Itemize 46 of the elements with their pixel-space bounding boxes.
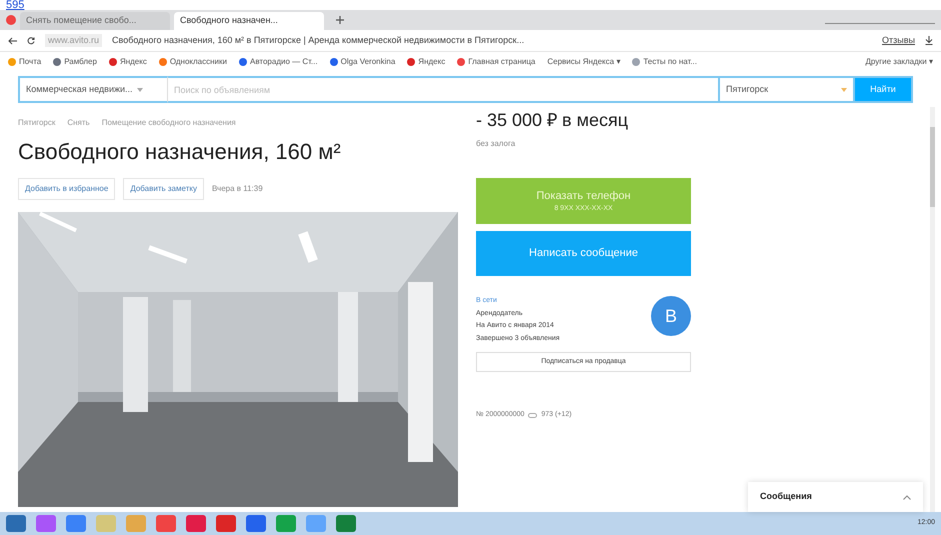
bookmark-item[interactable]: Одноклассники [170, 56, 227, 68]
taskbar-app-icon[interactable] [276, 515, 296, 532]
bookmark-item[interactable]: Сервисы Яндекса ▾ [547, 56, 620, 68]
bookmark-item[interactable]: Почта [19, 56, 42, 68]
messages-panel[interactable]: Сообщения [748, 482, 923, 512]
bookmark-item[interactable]: Яндекс [418, 56, 446, 68]
listing-title: Свободного назначения, 160 м² [18, 138, 342, 166]
taskbar-app-icon[interactable] [156, 515, 176, 532]
bookmark-item[interactable]: Другие закладки ▾ [865, 56, 933, 68]
note-button[interactable]: Добавить заметку [123, 178, 204, 200]
taskbar-app-icon[interactable] [6, 515, 26, 532]
deposit-note: без залога [476, 138, 516, 150]
taskbar-app-icon[interactable] [336, 515, 356, 532]
posted-date: Вчера в 11:39 [212, 183, 263, 195]
page-title: Свободного назначения, 160 м² в Пятигорске | Аренда коммерческой недвижимости в Пятигорск... [112, 34, 524, 47]
browser-tab[interactable]: Свободного назначен... [174, 12, 324, 30]
browser-tab[interactable]: Снять помещение свобо... [20, 12, 170, 30]
city-select[interactable]: Пятигорск [718, 76, 853, 103]
taskbar-app-icon[interactable] [306, 515, 326, 532]
collapse-icon[interactable] [903, 494, 911, 500]
bookmark-item[interactable]: Яндекс [120, 56, 147, 68]
bookmark-item[interactable]: Olga Veronkina [340, 56, 396, 68]
reload-icon[interactable] [27, 36, 35, 44]
price: - 35 000 ₽ в месяц [476, 109, 630, 132]
taskbar-app-icon[interactable] [36, 515, 56, 532]
taskbar-app-icon[interactable] [66, 515, 86, 532]
browser-logo-icon [6, 15, 16, 25]
download-icon[interactable] [925, 36, 933, 45]
caret-icon [841, 88, 847, 92]
bookmark-item[interactable]: Тесты по нат... [643, 56, 697, 68]
taskbar-app-icon[interactable] [216, 515, 236, 532]
page-link[interactable]: 595 [6, 0, 24, 10]
favorite-button[interactable]: Добавить в избранное [18, 178, 116, 200]
caret-icon [136, 88, 143, 92]
back-icon[interactable] [8, 36, 17, 44]
taskbar-app-icon[interactable] [126, 515, 146, 532]
plus-icon[interactable] [336, 16, 344, 24]
reviews-link[interactable]: Отзывы [882, 34, 915, 48]
taskbar-app-icon[interactable] [246, 515, 266, 532]
bookmark-item[interactable]: Главная страница [468, 56, 536, 68]
category-select[interactable]: Коммерческая недвижи... [18, 76, 168, 103]
bookmark-item[interactable]: Рамблер [64, 56, 97, 68]
bookmark-item[interactable]: Авторадио — Ст... [250, 56, 318, 68]
search-field[interactable]: Поиск по объявлениям [168, 76, 718, 103]
eye-icon [528, 412, 538, 418]
taskbar-app-icon[interactable] [186, 515, 206, 532]
